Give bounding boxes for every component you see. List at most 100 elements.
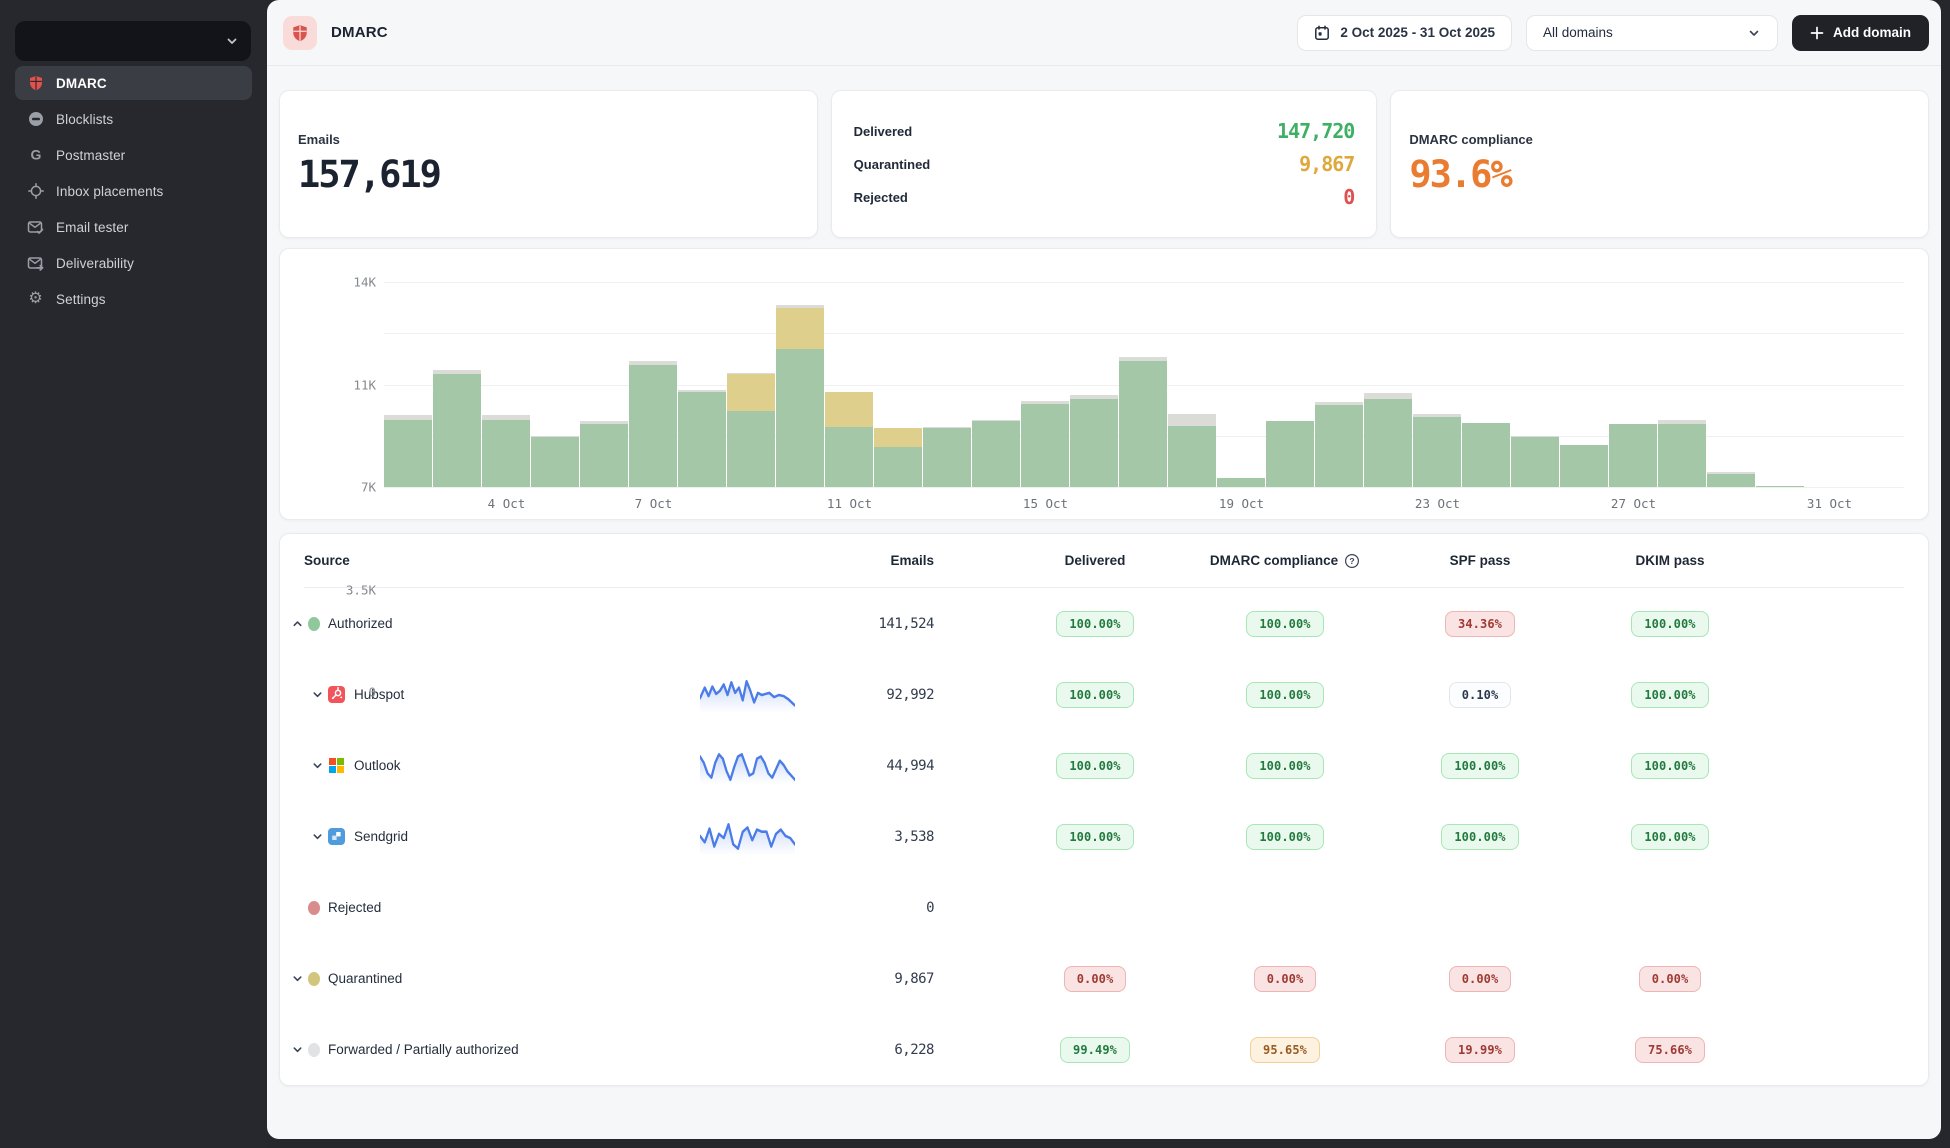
delivered-badge: 100.00%: [1056, 753, 1133, 779]
table-row-sendgrid[interactable]: Sendgrid3,538100.00%100.00%100.00%100.00…: [304, 801, 1904, 872]
sendgrid-icon: [328, 828, 345, 845]
spf-badge: 0.10%: [1449, 682, 1512, 708]
bar-segment-delivered: [1756, 486, 1804, 487]
x-axis-label: 31 Oct: [1807, 496, 1852, 511]
domain-filter-select[interactable]: All domains: [1526, 15, 1778, 51]
main-panel: DMARC 2 Oct 2025 - 31 Oct 2025 All domai…: [267, 0, 1941, 1139]
bar-9-oct[interactable]: [727, 373, 775, 487]
google-g-icon: G: [27, 147, 44, 164]
emails-value: 44,994: [810, 758, 960, 774]
bar-3-oct[interactable]: [433, 370, 481, 487]
emails-value: 9,867: [810, 971, 960, 987]
sidebar-item-email-tester[interactable]: Email tester: [15, 210, 252, 244]
table-row-hubspot[interactable]: Hubspot92,992100.00%100.00%0.10%100.00%: [304, 659, 1904, 730]
x-axis-label: 27 Oct: [1611, 496, 1656, 511]
source-name: Hubspot: [354, 687, 404, 702]
bar-12-oct[interactable]: [874, 428, 922, 487]
bar-5-oct[interactable]: [531, 436, 579, 487]
sidebar-item-deliverability[interactable]: Deliverability: [15, 246, 252, 280]
microsoft-icon: [328, 757, 345, 774]
sidebar-item-settings[interactable]: ⚙Settings: [15, 282, 252, 316]
chevron-down-icon: [311, 830, 324, 843]
bar-15-oct[interactable]: [1021, 401, 1069, 487]
blocklist-icon: [27, 111, 44, 128]
help-icon[interactable]: ?: [1344, 553, 1360, 569]
bar-segment-other: [1168, 414, 1216, 426]
bar-19-oct[interactable]: [1217, 478, 1265, 487]
emails-value: 0: [810, 900, 960, 916]
sidebar-item-dmarc[interactable]: DMARC: [15, 66, 252, 100]
bar-13-oct[interactable]: [923, 427, 971, 487]
add-domain-label: Add domain: [1833, 25, 1911, 40]
sidebar-item-label: DMARC: [56, 76, 107, 91]
x-axis-label: 7 Oct: [635, 496, 673, 511]
bar-26-oct[interactable]: [1560, 445, 1608, 487]
bar-segment-delivered: [1413, 417, 1461, 487]
add-domain-button[interactable]: Add domain: [1792, 15, 1929, 51]
bar-21-oct[interactable]: [1315, 402, 1363, 487]
calendar-icon: [1314, 25, 1330, 41]
bar-10-oct[interactable]: [776, 305, 824, 487]
delivered-badge: 100.00%: [1056, 682, 1133, 708]
bar-11-oct[interactable]: [825, 392, 873, 487]
bar-28-oct[interactable]: [1658, 420, 1706, 487]
source-name: Sendgrid: [354, 829, 408, 844]
table-row-rejected[interactable]: Rejected0: [304, 872, 1904, 943]
bar-segment-delivered: [482, 420, 530, 487]
date-range-picker[interactable]: 2 Oct 2025 - 31 Oct 2025: [1297, 15, 1512, 51]
bar-29-oct[interactable]: [1707, 472, 1755, 487]
bar-8-oct[interactable]: [678, 390, 726, 487]
bar-24-oct[interactable]: [1462, 423, 1510, 487]
spf-badge: 100.00%: [1441, 824, 1518, 850]
bar-segment-delivered: [1511, 437, 1559, 487]
spf-badge: 19.99%: [1445, 1037, 1515, 1063]
sparkline-chart: [700, 677, 795, 713]
x-axis-label: 15 Oct: [1023, 496, 1068, 511]
workspace-selector[interactable]: [15, 21, 251, 61]
sources-table: Source Emails Delivered DMARC compliance…: [279, 533, 1929, 1086]
bar-segment-quarantined: [874, 428, 922, 447]
sidebar-item-label: Blocklists: [56, 112, 113, 127]
svg-text:?: ?: [1350, 556, 1355, 566]
bar-segment-delivered: [1315, 405, 1363, 487]
bar-14-oct[interactable]: [972, 420, 1020, 487]
bar-16-oct[interactable]: [1070, 395, 1118, 487]
delivered-badge: 99.49%: [1060, 1037, 1130, 1063]
plus-icon: [1810, 26, 1824, 40]
page-title: DMARC: [331, 24, 388, 41]
bar-segment-delivered: [874, 447, 922, 487]
spf-badge: 34.36%: [1445, 611, 1515, 637]
table-row-forwarded-partially-authorized[interactable]: Forwarded / Partially authorized 6,228 99.…: [304, 1014, 1904, 1085]
bar-20-oct[interactable]: [1266, 421, 1314, 487]
table-row-authorized[interactable]: Authorized141,524100.00%100.00%34.36%100…: [304, 588, 1904, 659]
bar-17-oct[interactable]: [1119, 357, 1167, 487]
bar-segment-delivered: [727, 411, 775, 487]
source-name: Forwarded / Partially authorized: [328, 1042, 519, 1057]
bar-22-oct[interactable]: [1364, 393, 1412, 487]
delivered-badge: 0.00%: [1064, 966, 1127, 992]
bar-27-oct[interactable]: [1609, 424, 1657, 487]
bar-30-oct[interactable]: [1756, 486, 1804, 487]
sidebar-item-blocklists[interactable]: Blocklists: [15, 102, 252, 136]
breakdown-row-quarantined: Quarantined9,867: [854, 152, 1355, 176]
chevron-down-icon: [311, 759, 324, 772]
bar-4-oct[interactable]: [482, 415, 530, 487]
bar-23-oct[interactable]: [1413, 414, 1461, 487]
emails-value: 6,228: [810, 1042, 960, 1058]
stat-cards: Emails 157,619 Delivered147,720Quarantin…: [279, 90, 1929, 238]
bar-segment-delivered: [1560, 445, 1608, 487]
y-axis-label: 14K: [353, 275, 376, 290]
table-row-quarantined[interactable]: Quarantined9,8670.00%0.00%0.00%0.00%: [304, 943, 1904, 1014]
bar-25-oct[interactable]: [1511, 436, 1559, 487]
bar-6-oct[interactable]: [580, 421, 628, 487]
dkim-badge: 0.00%: [1639, 966, 1702, 992]
volume-chart-card: 03.5K7K11K14K4 Oct7 Oct11 Oct15 Oct19 Oc…: [279, 248, 1929, 520]
col-emails: Emails: [810, 553, 960, 568]
sidebar-item-postmaster[interactable]: GPostmaster: [15, 138, 252, 172]
bar-7-oct[interactable]: [629, 361, 677, 487]
bar-18-oct[interactable]: [1168, 414, 1216, 487]
table-row-outlook[interactable]: Outlook44,994100.00%100.00%100.00%100.00…: [304, 730, 1904, 801]
bar-2-oct[interactable]: [384, 415, 432, 487]
sidebar-item-inbox-placements[interactable]: Inbox placements: [15, 174, 252, 208]
stacked-bars: [384, 282, 1854, 487]
